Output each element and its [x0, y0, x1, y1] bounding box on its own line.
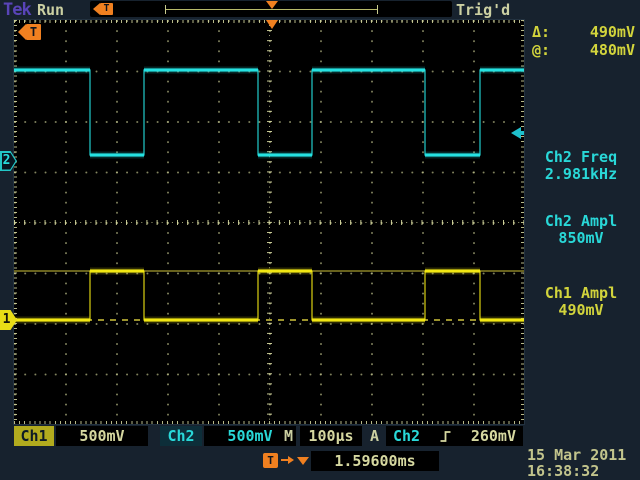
trigger-level-value: 260mV: [471, 426, 516, 446]
waveform-display: T: [14, 20, 524, 424]
acquisition-record-view: T: [90, 1, 452, 17]
timebase-readout: 100µs: [300, 426, 362, 446]
ch2-scale-readout: 500mV: [204, 426, 296, 446]
ch1-ampl-label: Ch1 Ampl: [524, 285, 638, 302]
rising-edge-icon: [439, 430, 452, 443]
ch2-ampl-value: 850mV: [524, 230, 638, 247]
ch2-badge: Ch2: [160, 426, 202, 446]
datetime-readout: 15 Mar 2011 16:38:32: [527, 447, 640, 479]
delay-triangle-icon: [297, 457, 309, 465]
ch1-ampl-readout: Ch1 Ampl 490mV: [524, 285, 638, 319]
ch2-ampl-label: Ch2 Ampl: [524, 213, 638, 230]
trigger-level-arrow-icon: [511, 127, 521, 139]
cursor-delta-value: 490mV: [590, 23, 635, 41]
waveform-canvas: [14, 20, 524, 424]
ch2-ampl-readout: Ch2 Ampl 850mV: [524, 213, 638, 247]
ch1-scale-readout: 500mV: [56, 426, 148, 446]
cursor-at-row: @: 480mV: [524, 41, 638, 59]
ch1-ground-marker-label: 1: [0, 310, 13, 330]
ch2-freq-value: 2.981kHz: [524, 166, 638, 183]
delay-time-readout: 1.59600ms: [311, 451, 439, 471]
trigger-readout: Ch2 260mV: [386, 426, 523, 446]
ch1-badge: Ch1: [14, 426, 54, 446]
ch1-ampl-value: 490mV: [524, 302, 638, 319]
time-text: 16:38:32: [527, 463, 640, 479]
trigger-position-marker-icon: [266, 20, 278, 29]
ch2-freq-readout: Ch2 Freq 2.981kHz: [524, 149, 638, 183]
cursor-readout: Δ: 490mV @: 480mV: [524, 23, 638, 59]
cursor-delta-label: Δ:: [532, 23, 550, 41]
cursor-at-label: @:: [532, 41, 550, 59]
trigger-level-arrow-tail: [521, 131, 524, 135]
timebase-label: M: [284, 426, 293, 446]
cursor-delta-row: Δ: 490mV: [524, 23, 638, 41]
record-line: [166, 9, 377, 10]
date-text: 15 Mar 2011: [527, 447, 640, 463]
delay-arrow-head-icon: [288, 456, 294, 464]
ch2-ground-marker-label: 2: [0, 151, 13, 171]
trigger-a-label: A: [370, 426, 379, 446]
trigger-t-marker-icon: T: [26, 24, 41, 40]
trigger-t-icon: T: [100, 3, 113, 15]
tek-logo: Tek: [3, 0, 31, 20]
trigger-status: Trig'd: [456, 1, 510, 19]
ch2-freq-label: Ch2 Freq: [524, 149, 638, 166]
trigger-position-icon: [266, 1, 278, 9]
delay-t-icon: T: [263, 453, 278, 468]
cursor-at-value: 480mV: [590, 41, 635, 59]
acquisition-status: Run: [37, 1, 64, 19]
trigger-source: Ch2: [393, 426, 420, 446]
